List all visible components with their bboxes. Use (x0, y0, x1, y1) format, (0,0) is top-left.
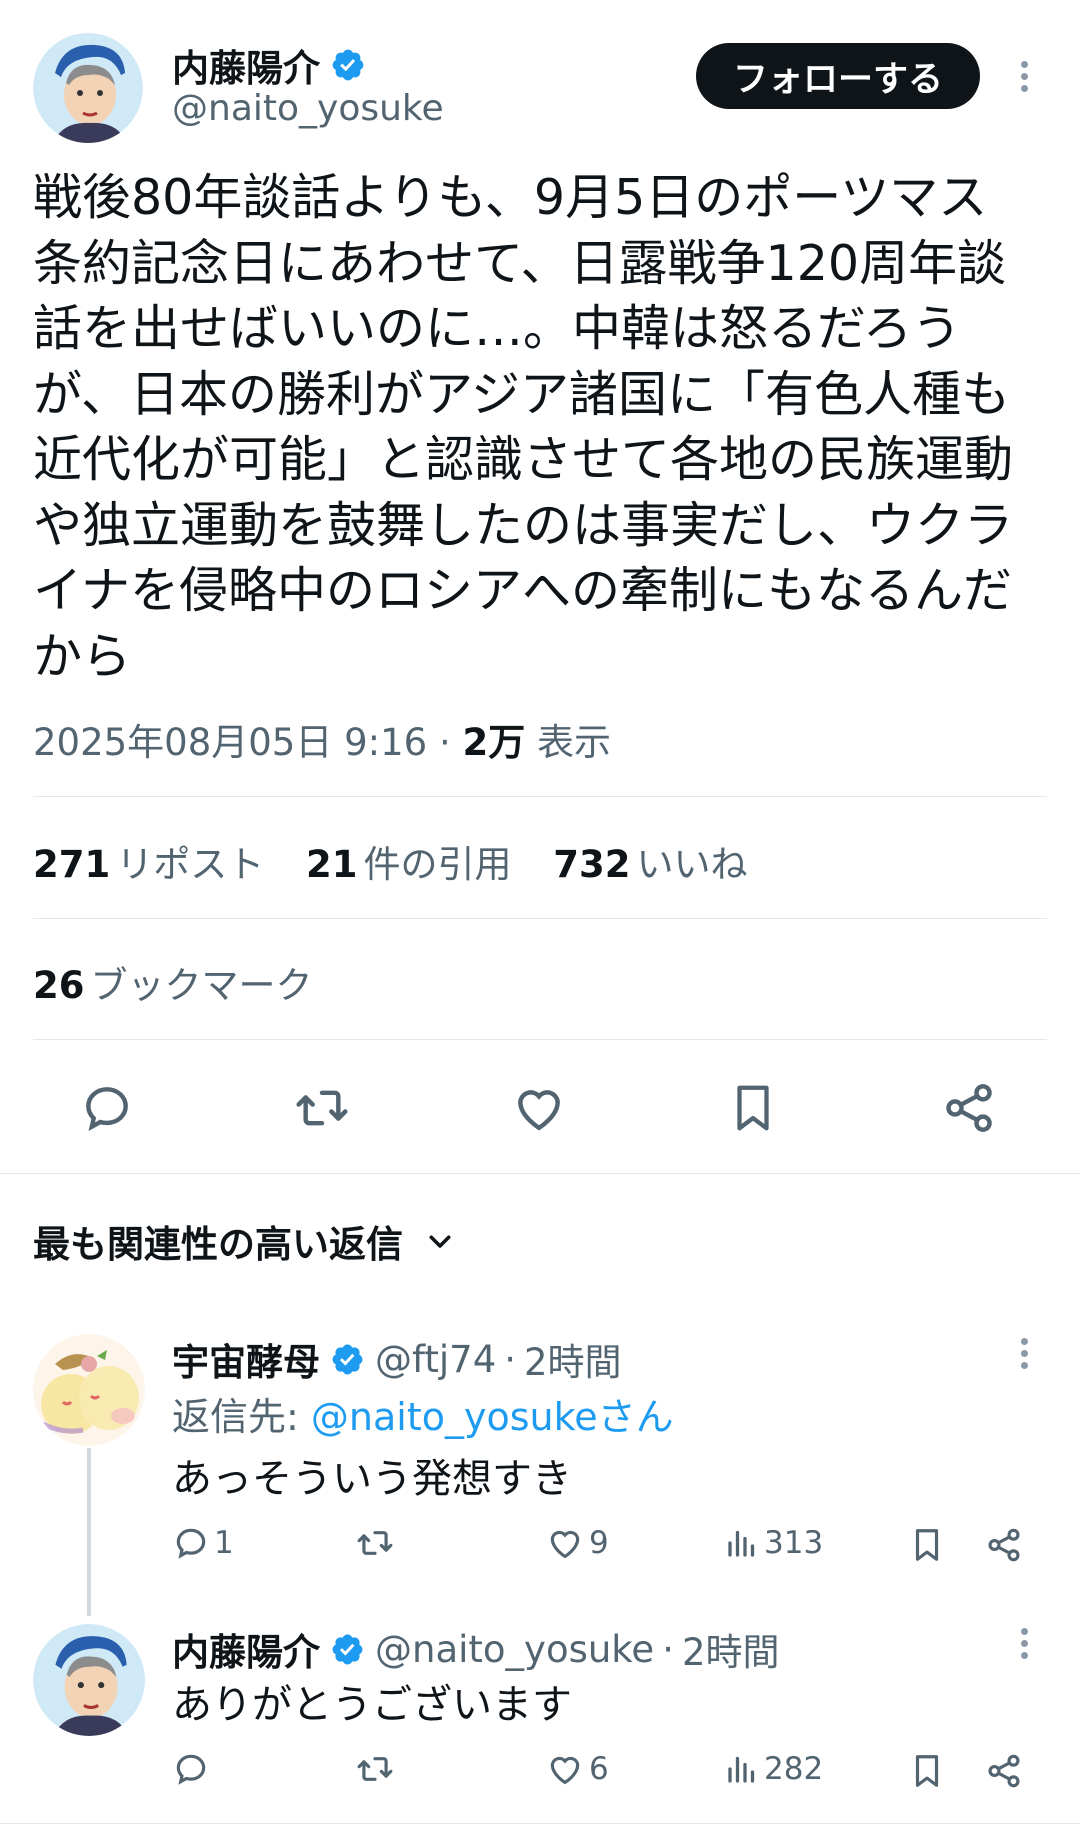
bookmarks-label: ブックマーク (90, 964, 313, 1007)
reply-like-button[interactable]: 6 (545, 1750, 609, 1788)
reply-bookmark-button[interactable] (908, 1750, 946, 1792)
reply-author-handle[interactable]: @naito_yosuke (375, 1628, 654, 1671)
views-count: 2万 (462, 721, 526, 764)
tweet-text-line: イナを侵略中のロシアへの牽制にもなるんだ (33, 562, 1013, 619)
likes-label: いいね (636, 843, 748, 886)
views-count: 282 (764, 1751, 824, 1787)
follow-button[interactable]: フォローする (696, 43, 980, 109)
verified-badge-icon (330, 1342, 365, 1377)
reply-views-button[interactable]: 282 (724, 1750, 823, 1788)
tweet-text-line: や独立運動を鼓舞したのは事実だし、ウクラ (33, 496, 1014, 554)
reply-time[interactable]: 2時間 (682, 1622, 780, 1676)
reply-reply-button[interactable] (172, 1750, 214, 1788)
bookmarks-count: 26 (33, 964, 85, 1007)
views-count: 313 (764, 1525, 824, 1561)
reposts-count: 271 (33, 843, 111, 886)
reply-bookmark-button[interactable] (908, 1524, 946, 1566)
reply-header: 内藤陽介 @naito_yosuke · 2時間 (172, 1622, 780, 1676)
more-icon[interactable] (1019, 1628, 1029, 1664)
tweet-text-line: 話を出せばいいのに…。中韓は怒るだろう (33, 300, 962, 357)
reply-to-handle[interactable]: @naito_yosukeさん (311, 1395, 674, 1439)
engagement-stats: 271 リポスト 21 件の引用 732 いいね (33, 834, 778, 888)
reply-share-button[interactable] (985, 1752, 1023, 1790)
views-label: 表示 (525, 721, 611, 764)
divider (33, 918, 1047, 919)
tweet-text-line: から (33, 627, 132, 685)
tweet-timestamp[interactable]: 2025年08月05日 9:16 (33, 721, 427, 764)
author-name-row[interactable]: 内藤陽介 (172, 38, 366, 92)
verified-badge-icon (330, 1632, 365, 1667)
reply-time[interactable]: 2時間 (524, 1332, 622, 1386)
reply-author-handle[interactable]: @ftj74 (375, 1338, 496, 1381)
divider (0, 1823, 1080, 1824)
likes-count: 732 (553, 843, 631, 886)
chevron-down-icon (425, 1226, 455, 1256)
reply-views-button[interactable]: 313 (724, 1524, 823, 1562)
reply-header: 宇宙酵母 @ftj74 · 2時間 (172, 1332, 622, 1386)
meta-separator: · (504, 1337, 517, 1381)
verified-badge-icon (330, 47, 366, 83)
bookmark-icon[interactable] (726, 1078, 780, 1138)
reply-author-name[interactable]: 内藤陽介 (172, 1622, 320, 1676)
divider (33, 796, 1047, 797)
tweet-text-line: が、日本の勝利がアジア諸国に「有色人種も (33, 365, 1011, 423)
divider (33, 1039, 1047, 1040)
reply-reply-button[interactable]: 1 (172, 1524, 234, 1562)
more-icon[interactable] (1019, 1338, 1029, 1374)
reply-avatar[interactable] (33, 1624, 145, 1736)
quotes-count: 21 (306, 843, 358, 886)
meta-separator: · (662, 1627, 674, 1671)
reposts-stat[interactable]: 271 リポスト (33, 843, 264, 886)
tweet-meta: 2025年08月05日 9:16 · 2万 表示 (33, 712, 611, 766)
more-icon[interactable] (1019, 61, 1029, 97)
bookmarks-stat[interactable]: 26 ブックマーク (33, 955, 313, 1009)
like-count: 6 (589, 1751, 609, 1787)
reply-text: ありがとうございます (172, 1682, 572, 1728)
author-handle[interactable]: @naito_yosuke (172, 88, 444, 129)
quotes-label: 件の引用 (363, 843, 512, 886)
retweet-icon[interactable] (292, 1080, 352, 1136)
author-name[interactable]: 内藤陽介 (172, 38, 320, 92)
quotes-stat[interactable]: 21 件の引用 (306, 843, 512, 886)
reply-like-button[interactable]: 9 (545, 1524, 609, 1562)
meta-separator: · (427, 721, 463, 764)
like-icon[interactable] (510, 1080, 568, 1136)
reply-to-line: 返信先: @naito_yosukeさん (172, 1386, 674, 1441)
reply-author-name[interactable]: 宇宙酵母 (172, 1332, 320, 1386)
tweet-text-line: 条約記念日にあわせて、日露戦争120周年談 (33, 234, 1007, 292)
reply-count: 1 (214, 1525, 234, 1561)
tweet-text: 戦後80年談話よりも、9月5日のポーツマス 条約記念日にあわせて、日露戦争120… (33, 165, 1053, 689)
replies-section-title: 最も関連性の高い返信 (33, 1223, 403, 1266)
likes-stat[interactable]: 732 いいね (553, 843, 747, 886)
replies-sort-dropdown[interactable]: 最も関連性の高い返信 (33, 1214, 455, 1268)
thread-line (87, 1448, 91, 1616)
reply-icon[interactable] (79, 1080, 135, 1136)
like-count: 9 (589, 1525, 609, 1561)
reply-retweet-button[interactable] (354, 1524, 400, 1562)
reply-avatar[interactable] (33, 1334, 145, 1446)
divider (0, 1173, 1080, 1174)
reply-to-prefix: 返信先: (172, 1395, 311, 1439)
author-avatar[interactable] (33, 33, 143, 143)
reply-share-button[interactable] (985, 1526, 1023, 1564)
reposts-label: リポスト (116, 843, 265, 886)
reply-text: あっそういう発想すき (172, 1456, 572, 1502)
reply-retweet-button[interactable] (354, 1750, 400, 1788)
share-icon[interactable] (941, 1080, 997, 1136)
tweet-text-line: 近代化が可能」と認識させて各地の民族運動 (33, 431, 1014, 488)
tweet-text-line: 戦後80年談話よりも、9月5日のポーツマス (33, 169, 988, 226)
